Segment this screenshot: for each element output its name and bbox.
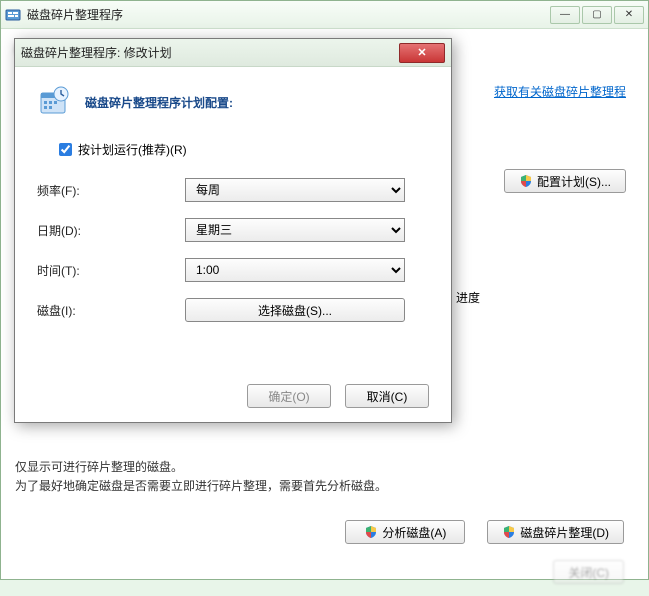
window-controls: — ▢ ✕	[550, 6, 644, 24]
dialog-header: 磁盘碎片整理程序计划配置:	[37, 85, 429, 119]
hint-line-2: 为了最好地确定磁盘是否需要立即进行碎片整理，需要首先分析磁盘。	[15, 477, 634, 496]
dialog-header-text: 磁盘碎片整理程序计划配置:	[85, 94, 233, 111]
main-close-label: 关闭(C)	[568, 564, 609, 581]
select-disk-label: 选择磁盘(S)...	[258, 302, 332, 319]
configure-schedule-label: 配置计划(S)...	[537, 173, 611, 190]
disk-row: 磁盘(I): 选择磁盘(S)...	[37, 298, 429, 322]
frequency-label: 频率(F):	[37, 182, 185, 199]
calendar-clock-icon	[37, 85, 71, 119]
defrag-disk-label: 磁盘碎片整理(D)	[520, 524, 609, 541]
shield-icon	[519, 174, 533, 188]
defrag-disk-button[interactable]: 磁盘碎片整理(D)	[487, 520, 624, 544]
dialog-body: 磁盘碎片整理程序计划配置: 按计划运行(推荐)(R) 频率(F): 每周 日期(…	[15, 67, 451, 352]
main-close-button[interactable]: 关闭(C)	[553, 560, 624, 584]
minimize-button[interactable]: —	[550, 6, 580, 24]
select-disk-button[interactable]: 选择磁盘(S)...	[185, 298, 405, 322]
time-row: 时间(T): 1:00	[37, 258, 429, 282]
shield-icon	[502, 525, 516, 539]
maximize-button[interactable]: ▢	[582, 6, 612, 24]
ok-button[interactable]: 确定(O)	[247, 384, 331, 408]
dialog-titlebar: 磁盘碎片整理程序: 修改计划 ✕	[15, 39, 451, 67]
day-select[interactable]: 星期三	[185, 218, 405, 242]
close-row: 关闭(C)	[15, 560, 634, 584]
analyze-disk-button[interactable]: 分析磁盘(A)	[345, 520, 465, 544]
analyze-disk-label: 分析磁盘(A)	[382, 524, 446, 541]
hint-line-1: 仅显示可进行碎片整理的磁盘。	[15, 458, 634, 477]
frequency-row: 频率(F): 每周	[37, 178, 429, 202]
dialog-close-button[interactable]: ✕	[399, 43, 445, 63]
defrag-icon	[5, 7, 21, 23]
ok-label: 确定(O)	[268, 388, 309, 405]
frequency-select[interactable]: 每周	[185, 178, 405, 202]
close-button[interactable]: ✕	[614, 6, 644, 24]
run-on-schedule-row: 按计划运行(推荐)(R)	[59, 141, 429, 158]
help-link[interactable]: 获取有关磁盘碎片整理程	[494, 83, 626, 100]
time-select[interactable]: 1:00	[185, 258, 405, 282]
progress-label: 进度	[456, 289, 626, 306]
dialog-title: 磁盘碎片整理程序: 修改计划	[21, 44, 399, 61]
day-row: 日期(D): 星期三	[37, 218, 429, 242]
shield-icon	[364, 525, 378, 539]
day-label: 日期(D):	[37, 222, 185, 239]
run-on-schedule-label: 按计划运行(推荐)(R)	[78, 141, 187, 158]
time-label: 时间(T):	[37, 262, 185, 279]
main-title: 磁盘碎片整理程序	[27, 6, 550, 23]
main-titlebar: 磁盘碎片整理程序 — ▢ ✕	[1, 1, 648, 29]
run-on-schedule-checkbox[interactable]	[59, 143, 72, 156]
dialog-footer: 确定(O) 取消(C)	[247, 384, 429, 408]
cancel-button[interactable]: 取消(C)	[345, 384, 429, 408]
bottom-buttons: 分析磁盘(A) 磁盘碎片整理(D)	[15, 520, 634, 544]
disk-label: 磁盘(I):	[37, 302, 185, 319]
modify-schedule-dialog: 磁盘碎片整理程序: 修改计划 ✕ 磁盘碎片整理程序计划配置: 按计划运行(推荐)…	[14, 38, 452, 423]
hint-text: 仅显示可进行碎片整理的磁盘。 为了最好地确定磁盘是否需要立即进行碎片整理，需要首…	[15, 458, 634, 496]
configure-schedule-button[interactable]: 配置计划(S)...	[504, 169, 626, 193]
cancel-label: 取消(C)	[367, 388, 408, 405]
